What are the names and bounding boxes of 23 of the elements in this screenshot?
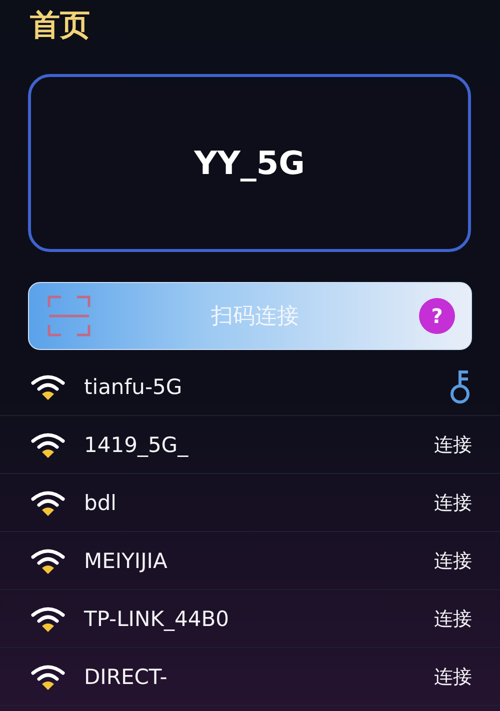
key-icon[interactable] bbox=[448, 370, 472, 404]
scan-connect-button[interactable]: 扫码连接 ? bbox=[28, 282, 472, 350]
network-name: MEIYIJIA bbox=[84, 548, 168, 572]
wifi-icon bbox=[30, 662, 66, 690]
network-name: bdl bbox=[84, 490, 118, 514]
connect-button[interactable]: 连接 bbox=[434, 490, 472, 516]
connect-button[interactable]: 连接 bbox=[434, 432, 472, 458]
scan-icon bbox=[47, 295, 91, 337]
network-name: 1419_5G_ bbox=[84, 432, 190, 456]
wifi-icon bbox=[30, 430, 66, 458]
page-title: 首页 bbox=[30, 7, 91, 45]
connect-button[interactable]: 连接 bbox=[434, 606, 472, 632]
help-icon[interactable]: ? bbox=[419, 298, 455, 334]
wifi-icon bbox=[30, 604, 66, 632]
wifi-icon bbox=[30, 488, 66, 516]
connect-button[interactable]: 连接 bbox=[434, 664, 472, 690]
network-name: TP-LINK_44B0 bbox=[84, 606, 230, 630]
wifi-icon bbox=[30, 372, 66, 400]
wifi-icon bbox=[30, 546, 66, 574]
connect-button[interactable]: 连接 bbox=[434, 548, 472, 574]
network-name: YY_5G bbox=[194, 144, 305, 182]
network-name: tianfu-5G bbox=[84, 374, 184, 398]
network-name: DIRECT- bbox=[84, 664, 168, 688]
